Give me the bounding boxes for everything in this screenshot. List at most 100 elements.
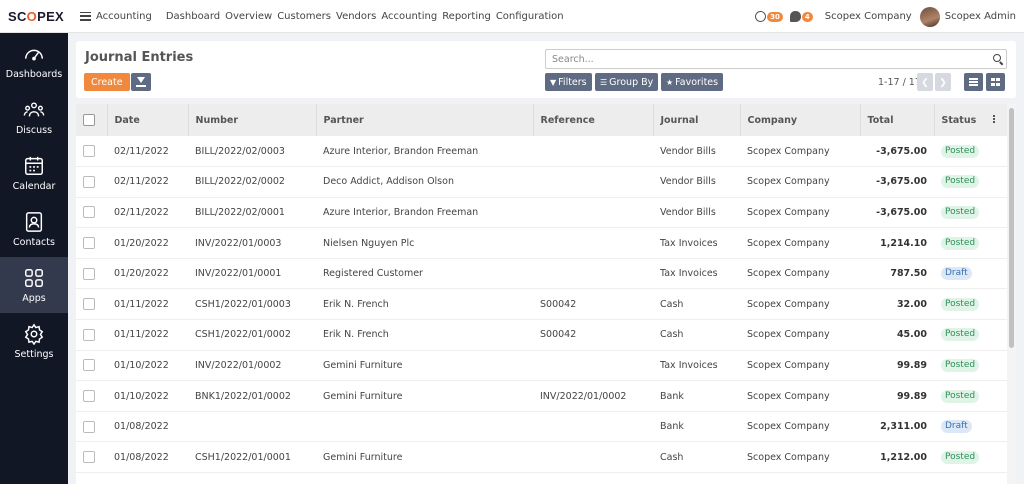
company-switcher[interactable]: Scopex Company [825,11,912,22]
number-cell: BNK1/2022/01/0002 [188,380,316,412]
menu-accounting[interactable]: Accounting [381,11,437,22]
favorites-button[interactable]: ★ Favorites [661,73,724,91]
optional-columns-icon[interactable] [993,115,995,117]
pager-previous-button[interactable]: ❮ [917,73,933,91]
partner-cell: Azure Interior, Brandon Freeman [316,136,533,168]
row-checkbox[interactable] [83,175,95,188]
sidebar-item-calendar[interactable]: Calendar [0,145,68,201]
column-total[interactable]: Total [860,104,935,136]
table-row[interactable]: 01/08/2022 Bank Scopex Company 2,311.00 Draf… [76,411,1007,443]
column-number[interactable]: Number [188,104,317,136]
company-cell: Scopex Company [740,411,860,443]
search-input[interactable] [546,50,976,68]
column-journal[interactable]: Journal [653,104,741,136]
row-checkbox[interactable] [83,267,95,280]
menu-overview[interactable]: Overview [225,11,272,22]
status-cell: Posted [934,288,1007,321]
table-row[interactable]: 01/11/2022 CSH1/2022/01/0002 Erik N. Frenc… [76,319,1007,351]
total-cell: 1,214.10 [860,227,934,259]
total-cell: 2,311.00 [860,411,934,443]
sidebar-item-apps[interactable]: Apps [0,257,68,313]
menu-reporting[interactable]: Reporting [442,11,491,22]
total-cell: -3,675.00 [860,197,934,229]
brand-logo[interactable]: SCOPEX [0,9,68,24]
sidebar-item-discuss[interactable]: Discuss [0,89,68,145]
create-button[interactable]: Create [84,73,130,91]
status-badge: Posted [941,144,980,158]
table-row[interactable]: 01/20/2022 INV/2022/01/0003 Nielsen Nguyen… [76,227,1007,259]
user-menu[interactable]: Scopex Admin [945,11,1016,22]
table-row[interactable]: 02/11/2022 BILL/2022/02/0002 Deco Addict, … [76,166,1007,198]
kanban-view-button[interactable] [986,73,1005,91]
column-partner[interactable]: Partner [316,104,534,136]
activity-button[interactable]: 30 [755,11,783,22]
menu-toggle-icon[interactable] [80,11,91,21]
app-name[interactable]: Accounting [96,11,152,22]
total-cell: -3,675.00 [860,136,934,168]
table-row[interactable]: 02/11/2022 BILL/2022/02/0001 Azure Interio… [76,197,1007,229]
status-cell: Posted [934,136,1007,168]
avatar[interactable] [919,6,940,27]
table-row[interactable]: 01/11/2022 CSH1/2022/01/0003 Erik N. Frenc… [76,288,1007,321]
row-checkbox[interactable] [83,420,95,433]
row-checkbox[interactable] [83,145,95,158]
column-status[interactable]: Status [934,104,1007,136]
total-cell: 99.89 [860,380,934,412]
column-reference[interactable]: Reference [533,104,654,136]
status-cell: Posted [934,227,1007,259]
table-row[interactable]: 02/11/2022 BILL/2022/02/0003 Azure Interio… [76,136,1007,168]
row-checkbox[interactable] [83,359,95,372]
sidebar-item-label: Apps [22,292,46,304]
select-all-checkbox[interactable] [83,114,95,126]
row-checkbox[interactable] [83,390,95,403]
sidebar-item-settings[interactable]: Settings [0,313,68,369]
journal-cell: Vendor Bills [653,136,740,168]
pager-next-button[interactable]: ❯ [935,73,951,91]
download-icon[interactable] [131,73,151,91]
search-icon[interactable] [993,54,1001,62]
select-all-cell [76,104,108,136]
table-row[interactable]: 01/10/2022 BNK1/2022/01/0002 Gemini Furnit… [76,380,1007,412]
grid-icon [25,268,43,287]
total-cell: 1,212.00 [860,441,934,474]
row-select-cell [76,411,107,443]
menu-configuration[interactable]: Configuration [496,11,564,22]
sidebar-item-label: Calendar [12,180,56,192]
row-checkbox[interactable] [83,298,95,311]
row-select-cell [76,288,107,321]
column-date[interactable]: Date [107,104,189,136]
row-checkbox[interactable] [83,328,95,341]
sidebar-item-label: Contacts [13,236,55,248]
sidebar-item-contacts[interactable]: Contacts [0,201,68,257]
search-bar [545,49,1007,69]
filters-button[interactable]: ▼ Filters [545,73,592,91]
menu-vendors[interactable]: Vendors [336,11,376,22]
table-row[interactable]: 01/08/2022 CSH1/2022/01/0001 Gemini Furnit… [76,441,1007,474]
row-select-cell [76,441,107,474]
group-by-button[interactable]: ☰ Group By [595,73,659,91]
number-cell [188,411,316,443]
star-icon: ★ [666,77,674,87]
sidebar-item-dashboards[interactable]: Dashboards [0,33,68,89]
scrollbar-thumb[interactable] [1009,108,1014,348]
date-cell: 02/11/2022 [107,197,188,229]
company-cell: Scopex Company [740,350,860,382]
row-checkbox[interactable] [83,451,95,464]
control-panel: Journal Entries Create ▼Filters ☰Group B… [76,41,1016,98]
status-badge: Draft [941,267,972,281]
messages-button[interactable]: 4 [789,11,813,22]
table-row[interactable]: 01/10/2022 INV/2022/01/0002 Gemini Furnitu… [76,350,1007,382]
number-cell: INV/2022/01/0003 [188,227,316,259]
row-checkbox[interactable] [83,206,95,219]
status-badge: Posted [941,328,980,342]
menu-dashboard[interactable]: Dashboard [166,11,220,22]
pager-value[interactable]: 1-17 / 17 [878,77,921,88]
row-select-cell [76,136,107,168]
scrollbar[interactable] [1007,104,1016,484]
row-checkbox[interactable] [83,237,95,250]
list-view-button[interactable] [964,73,983,91]
status-badge: Posted [941,236,980,250]
table-row[interactable]: 01/20/2022 INV/2022/01/0001 Registered Cus… [76,258,1007,290]
menu-customers[interactable]: Customers [277,11,331,22]
column-company[interactable]: Company [740,104,861,136]
